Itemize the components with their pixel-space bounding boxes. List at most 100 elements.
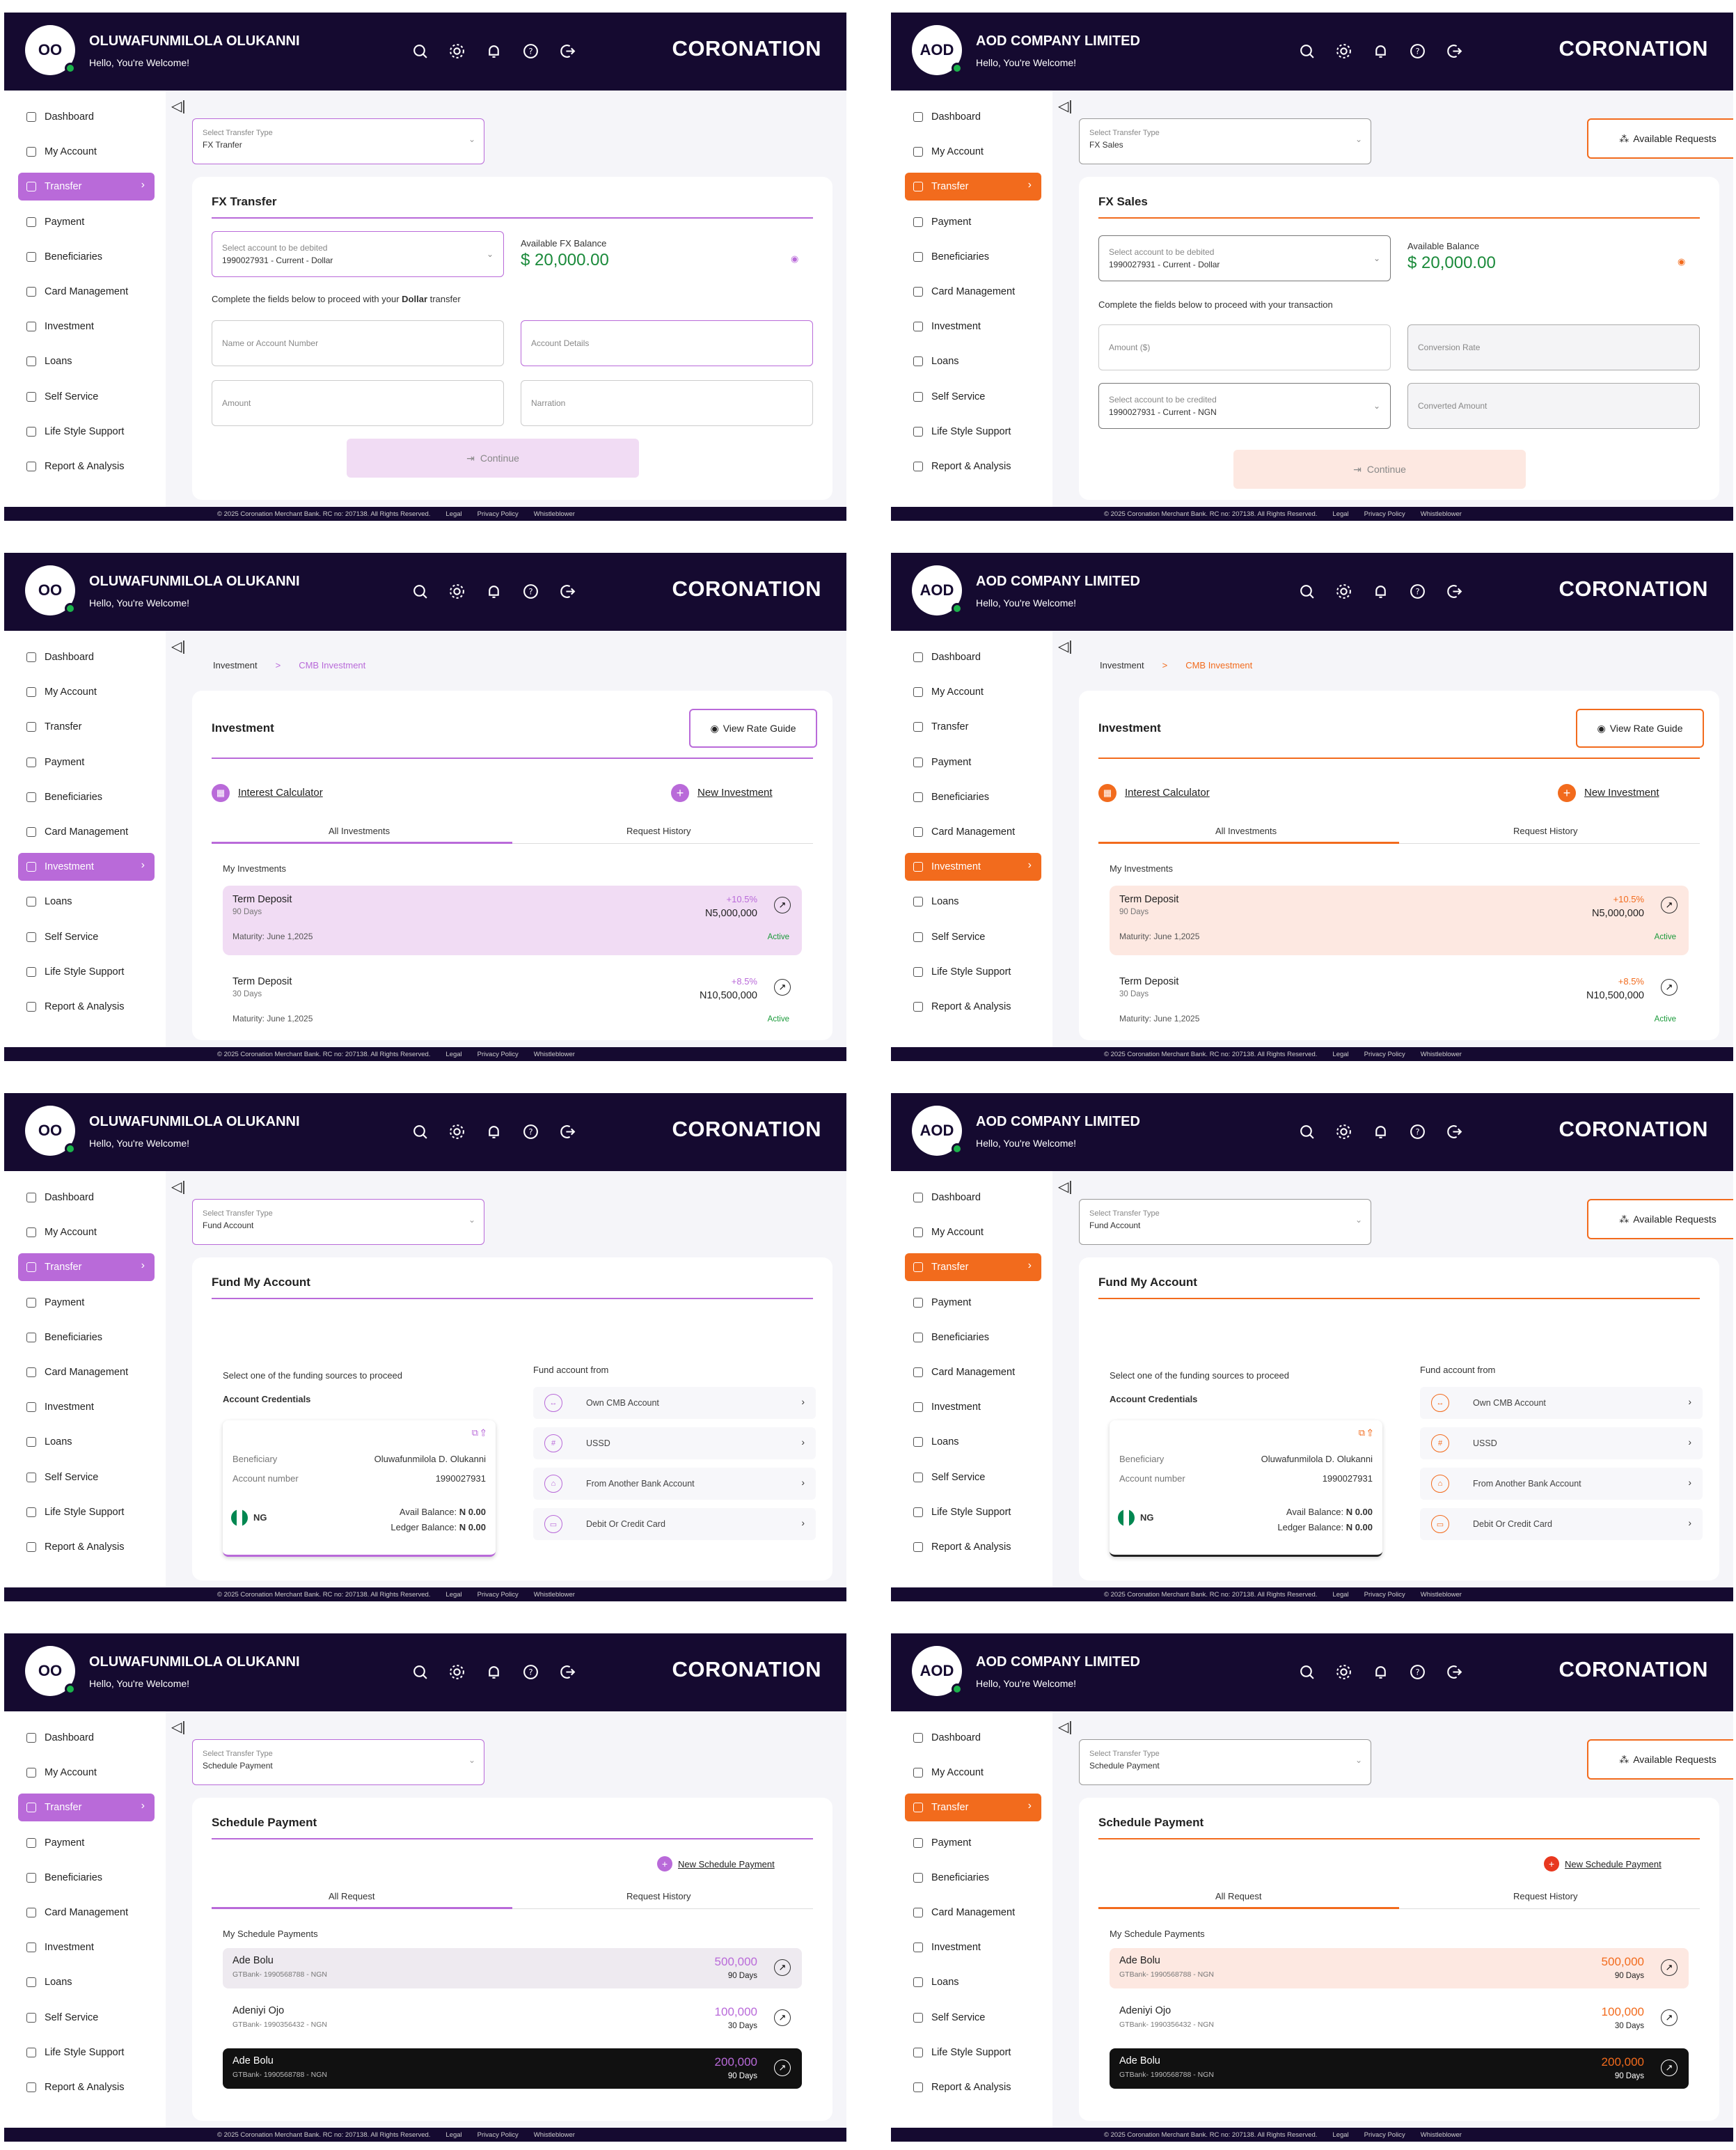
investment-item[interactable]: Term Deposit 90 Days +10.5% N5,000,000 Matur… [223,886,802,955]
view-rate-guide-button[interactable]: ◉ View Rate Guide [689,709,817,748]
privacy-link[interactable]: Privacy Policy [478,1591,519,1599]
help-icon[interactable]: ? [1409,1663,1426,1681]
arrow-up-right-icon[interactable]: ↗ [774,897,791,913]
sidebar-item-report-analysis[interactable]: Report & Analysis [905,1533,1041,1561]
arrow-up-right-icon[interactable]: ↗ [1661,1959,1678,1976]
collapse-sidebar-icon[interactable]: ◁| [1058,97,1073,115]
legal-link[interactable]: Legal [445,2131,461,2139]
gear-icon[interactable] [1335,1123,1352,1140]
sidebar-item-card-management[interactable]: Card Management [905,1358,1041,1386]
tab-all[interactable]: All Request [1215,1891,1261,1901]
sidebar-item-report-analysis[interactable]: Report & Analysis [905,993,1041,1021]
investment-item[interactable]: Term Deposit 30 Days +8.5% N10,500,000 Matur… [1110,968,1689,1037]
arrow-up-right-icon[interactable]: ↗ [774,2009,791,2026]
arrow-up-right-icon[interactable]: ↗ [774,1959,791,1976]
sidebar-item-investment[interactable]: Investment [905,1933,1041,1961]
tab-all[interactable]: All Investments [1215,826,1277,836]
fund-source-own-cmb-account[interactable]: ↔ Own CMB Account › [533,1387,816,1419]
legal-link[interactable]: Legal [445,510,461,518]
tab-request-history[interactable]: Request History [1513,1891,1577,1901]
sidebar-item-self-service[interactable]: Self Service [18,2004,155,2032]
collapse-sidebar-icon[interactable]: ◁| [1058,1178,1073,1195]
eye-icon[interactable]: ◉ [1678,256,1685,267]
sidebar-item-beneficiaries[interactable]: Beneficiaries [18,243,155,271]
sidebar-item-life-style-support[interactable]: Life Style Support [18,958,155,986]
sidebar-item-card-management[interactable]: Card Management [18,1358,155,1386]
sidebar-item-my-account[interactable]: My Account [18,678,155,706]
logout-icon[interactable] [559,1123,576,1140]
privacy-link[interactable]: Privacy Policy [478,2131,519,2139]
gear-icon[interactable] [1335,42,1352,60]
legal-link[interactable]: Legal [1332,1051,1348,1058]
bell-icon[interactable] [1372,1123,1389,1140]
logout-icon[interactable] [559,583,576,600]
interest-calculator-link[interactable]: Interest Calculator [238,787,323,799]
whistleblower-link[interactable]: Whistleblower [534,510,575,518]
search-icon[interactable] [1298,1663,1316,1681]
search-icon[interactable] [1298,583,1316,600]
sidebar-item-dashboard[interactable]: Dashboard [18,1724,155,1752]
transfer-type-select[interactable]: Select Transfer Type FX Sales ⌄ [1079,118,1371,164]
sidebar-item-self-service[interactable]: Self Service [905,2004,1041,2032]
search-icon[interactable] [411,583,429,600]
sidebar-item-beneficiaries[interactable]: Beneficiaries [905,1324,1041,1351]
narration-field[interactable]: Narration [521,380,813,426]
fund-source-debit-or-credit-card[interactable]: ▭ Debit Or Credit Card › [533,1508,816,1540]
tab-all[interactable]: All Request [329,1891,374,1901]
transfer-type-select[interactable]: Select Transfer Type Schedule Payment ⌄ [192,1739,484,1785]
gear-icon[interactable] [1335,583,1352,600]
gear-icon[interactable] [448,1123,466,1140]
breadcrumb-cmb-investment[interactable]: CMB Investment [299,660,365,670]
sidebar-item-dashboard[interactable]: Dashboard [905,643,1041,671]
search-icon[interactable] [411,42,429,60]
sidebar-item-self-service[interactable]: Self Service [905,923,1041,951]
sidebar-item-card-management[interactable]: Card Management [18,818,155,846]
new-investment-link[interactable]: New Investment [697,787,773,799]
fund-source-debit-or-credit-card[interactable]: ▭ Debit Or Credit Card › [1420,1508,1703,1540]
help-icon[interactable]: ? [1409,583,1426,600]
sidebar-item-beneficiaries[interactable]: Beneficiaries [905,243,1041,271]
transfer-type-select[interactable]: Select Transfer Type FX Tranfer ⌄ [192,118,484,164]
bell-icon[interactable] [485,1663,503,1681]
sidebar-item-payment[interactable]: Payment [18,208,155,236]
converted-amount-field[interactable]: Converted Amount [1407,383,1700,429]
sidebar-item-my-account[interactable]: My Account [18,1218,155,1246]
fund-source-ussd[interactable]: # USSD › [1420,1427,1703,1459]
sidebar-item-card-management[interactable]: Card Management [905,1899,1041,1927]
sidebar-item-card-management[interactable]: Card Management [18,278,155,306]
sidebar-item-dashboard[interactable]: Dashboard [905,1184,1041,1211]
whistleblower-link[interactable]: Whistleblower [1421,1591,1462,1599]
logout-icon[interactable] [559,42,576,60]
sidebar-item-payment[interactable]: Payment [18,748,155,776]
sidebar-item-self-service[interactable]: Self Service [18,1464,155,1491]
whistleblower-link[interactable]: Whistleblower [534,2131,575,2139]
bell-icon[interactable] [1372,42,1389,60]
collapse-sidebar-icon[interactable]: ◁| [171,97,186,115]
available-requests-button[interactable]: ⁂ Available Requests [1587,1739,1733,1780]
breadcrumb-investment[interactable]: Investment [213,660,258,670]
sidebar-item-my-account[interactable]: My Account [18,138,155,166]
fund-source-from-another-bank-account[interactable]: ⌂ From Another Bank Account › [1420,1468,1703,1500]
arrow-up-right-icon[interactable]: ↗ [774,979,791,996]
available-requests-button[interactable]: ⁂ Available Requests [1587,118,1733,159]
sidebar-item-report-analysis[interactable]: Report & Analysis [18,1533,155,1561]
sidebar-item-report-analysis[interactable]: Report & Analysis [18,993,155,1021]
schedule-item[interactable]: Ade Bolu GTBank- 1990568788 - NGN 500,000 9… [223,1948,802,1988]
sidebar-item-my-account[interactable]: My Account [905,678,1041,706]
sidebar-item-card-management[interactable]: Card Management [905,818,1041,846]
account-details-field[interactable]: Account Details [521,320,813,366]
sidebar-item-investment[interactable]: Investment [18,1933,155,1961]
legal-link[interactable]: Legal [1332,510,1348,518]
arrow-up-right-icon[interactable]: ↗ [1661,2009,1678,2026]
bell-icon[interactable] [1372,583,1389,600]
privacy-link[interactable]: Privacy Policy [1364,510,1405,518]
breadcrumb-investment[interactable]: Investment [1100,660,1144,670]
amount-field[interactable]: Amount ($) [1098,324,1391,370]
sidebar-item-investment[interactable]: Investment › [905,853,1041,881]
sidebar-item-loans[interactable]: Loans [18,1428,155,1456]
eye-icon[interactable]: ◉ [791,253,798,265]
sidebar-item-self-service[interactable]: Self Service [905,1464,1041,1491]
view-rate-guide-button[interactable]: ◉ View Rate Guide [1576,709,1704,748]
collapse-sidebar-icon[interactable]: ◁| [171,1718,186,1736]
sidebar-item-loans[interactable]: Loans [905,1428,1041,1456]
